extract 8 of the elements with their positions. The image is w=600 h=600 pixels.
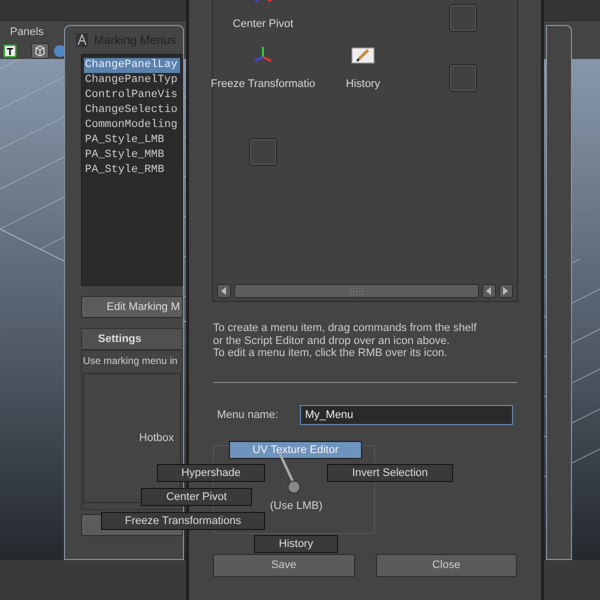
settings-description: Use marking menu in <box>83 356 178 367</box>
menu-name-label: Menu name: <box>217 408 280 420</box>
menu-item-label: History <box>346 78 380 90</box>
menu-item-label: Center Pivot <box>232 18 294 30</box>
test-area-hint: (Use LMB) <box>270 500 323 512</box>
hotbox-label: Hotbox <box>139 432 174 444</box>
menu-item-label: Freeze Transformatio <box>210 78 316 90</box>
instructions-text: To create a menu item, drag commands from the shelf or the Script Editor and drop over an icon above. To edit a menu item, click the RMB over its icon. <box>213 322 478 360</box>
